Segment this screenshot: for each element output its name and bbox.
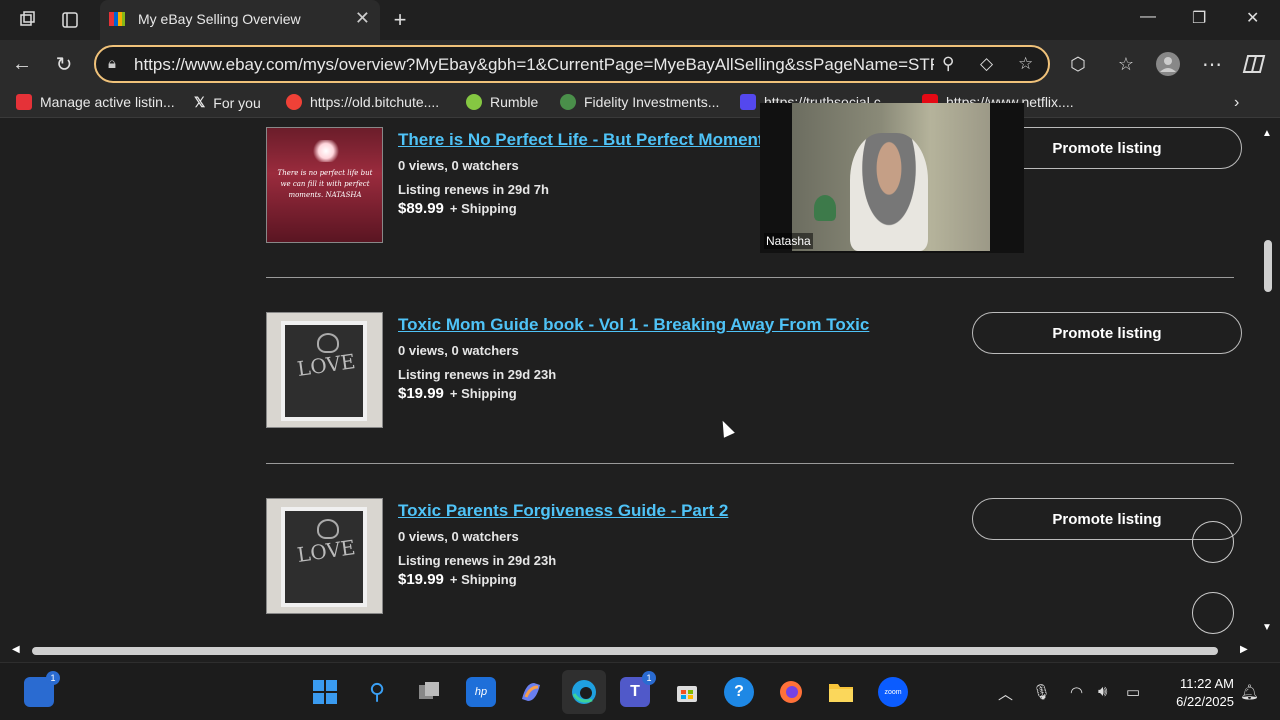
listing-title-link[interactable]: Toxic Parents Forgiveness Guide - Part 2 — [398, 501, 728, 521]
widgets-icon[interactable]: 1 — [24, 671, 60, 707]
minimize-icon[interactable]: — — [1140, 8, 1156, 26]
listings-content: There is no perfect life but we can fill… — [4, 122, 1260, 642]
listing-item: LOVE Toxic Parents Forgiveness Guide - P… — [266, 498, 1246, 618]
refresh-icon[interactable]: ↻ — [52, 52, 76, 76]
participant-video — [850, 133, 928, 251]
extensions-icon[interactable]: ⬡ — [1066, 52, 1090, 76]
scroll-right-icon[interactable]: ▶ — [1240, 644, 1248, 655]
listing-price: $89.99 + Shipping — [398, 200, 517, 217]
vertical-scroll-thumb[interactable] — [1264, 240, 1272, 292]
battery-icon[interactable]: ▭ — [1126, 683, 1140, 701]
listing-thumbnail[interactable]: There is no perfect life but we can fill… — [266, 127, 383, 243]
ebay-icon — [16, 94, 32, 110]
help-icon[interactable]: ? — [724, 677, 754, 707]
listing-stats: 0 views, 0 watchers — [398, 158, 519, 173]
show-hidden-icons-chevron-icon[interactable]: ︿ — [998, 683, 1013, 704]
video-call-overlay[interactable]: Natasha — [760, 103, 1024, 253]
hp-icon[interactable]: hp — [466, 677, 496, 707]
clock-date: 6/22/2025 — [1176, 694, 1234, 709]
listing-title-link[interactable]: There is No Perfect Life - But Perfect M… — [398, 130, 764, 150]
scroll-down-icon[interactable]: ▼ — [1262, 622, 1272, 633]
coupon-icon[interactable]: ◇ — [980, 54, 993, 74]
close-tab-icon[interactable]: ✕ — [355, 8, 370, 29]
scroll-up-icon[interactable]: ▲ — [1262, 128, 1272, 139]
bitchute-icon — [286, 94, 302, 110]
wifi-icon[interactable]: ◠ — [1070, 683, 1083, 701]
url-text[interactable]: https://www.ebay.com/mys/overview?MyEbay… — [134, 55, 934, 75]
fidelity-icon — [560, 94, 576, 110]
bookmarks-bar: Manage active listin... 𝕏 For you https:/… — [0, 88, 1280, 118]
clock[interactable]: 11:22 AM 6/22/2025 — [1160, 675, 1234, 711]
new-tab-button[interactable]: + — [388, 7, 412, 32]
address-bar[interactable]: 🔒︎ https://www.ebay.com/mys/overview?MyE… — [94, 45, 1050, 83]
search-icon[interactable]: ⚲ — [362, 677, 392, 707]
edge-icon[interactable] — [562, 670, 606, 714]
microphone-icon[interactable]: 🎙︎ — [1032, 683, 1051, 701]
webcam-feed — [792, 103, 990, 251]
copilot-icon[interactable] — [1242, 52, 1266, 76]
tab-title: My eBay Selling Overview — [138, 11, 301, 27]
listing-stats: 0 views, 0 watchers — [398, 529, 519, 544]
bookmark-fidelity[interactable]: Fidelity Investments... — [560, 94, 719, 110]
profile-avatar-icon[interactable] — [1156, 52, 1180, 76]
x-icon: 𝕏 — [194, 94, 206, 110]
bookmark-rumble[interactable]: Rumble — [466, 94, 538, 110]
promote-listing-button[interactable]: Promote listing — [972, 312, 1242, 354]
back-icon[interactable]: ← — [10, 52, 34, 76]
rumble-icon — [466, 94, 482, 110]
truthsocial-icon — [740, 94, 756, 110]
listing-price: $19.99 + Shipping — [398, 571, 517, 588]
firefox-icon[interactable] — [776, 677, 806, 707]
listing-thumbnail[interactable]: LOVE — [266, 312, 383, 428]
volume-icon[interactable]: 🔊︎ — [1098, 683, 1107, 700]
zoom-icon[interactable]: ⚲ — [942, 54, 954, 74]
bookmark-ebay[interactable]: Manage active listin... — [16, 94, 175, 110]
listing-thumbnail[interactable]: LOVE — [266, 498, 383, 614]
bookmark-x[interactable]: 𝕏 For you — [194, 94, 261, 111]
tab-ebay-selling[interactable]: My eBay Selling Overview ✕ — [100, 0, 380, 40]
lock-icon[interactable]: 🔒︎ — [108, 55, 116, 72]
clock-time: 11:22 AM — [1180, 676, 1234, 691]
navigation-bar: ← ↻ 🔒︎ https://www.ebay.com/mys/overview… — [0, 40, 1280, 88]
favorite-star-icon[interactable]: ☆ — [1018, 54, 1033, 74]
favorites-icon[interactable]: ☆ — [1114, 52, 1138, 76]
more-menu-icon[interactable]: ⋯ — [1200, 52, 1224, 76]
notifications-icon[interactable]: 🔔︎ — [1240, 683, 1259, 701]
zoom-icon-app[interactable]: zoom — [878, 677, 908, 707]
windows-taskbar: 1 ⚲ hp T1 ? zoom ︿ 🎙︎ ◠ 🔊︎ ▭ 11:22 AM 6/… — [0, 662, 1280, 720]
widgets-badge: 1 — [46, 671, 60, 685]
teams-icon[interactable]: T1 — [620, 671, 656, 707]
task-view-icon[interactable] — [414, 677, 444, 707]
listing-item: LOVE Toxic Mom Guide book - Vol 1 - Brea… — [266, 312, 1246, 432]
floating-circle-button[interactable] — [1192, 592, 1234, 634]
bookmark-bitchute[interactable]: https://old.bitchute.... — [286, 94, 439, 110]
bookmarks-overflow-chevron-icon[interactable]: › — [1234, 94, 1239, 112]
workspaces-icon[interactable] — [16, 8, 40, 32]
listing-item: There is no perfect life but we can fill… — [266, 127, 1246, 247]
vertical-scrollbar[interactable]: ▲ ▼ — [1260, 122, 1276, 642]
teams-badge: 1 — [642, 671, 656, 685]
restore-icon[interactable]: ❐ — [1192, 8, 1206, 28]
copilot-app-icon[interactable] — [516, 677, 546, 707]
ebay-favicon-icon — [109, 12, 125, 26]
tab-actions-icon[interactable] — [58, 8, 82, 32]
close-window-icon[interactable]: ✕ — [1246, 8, 1259, 28]
listing-price: $19.99 + Shipping — [398, 385, 517, 402]
listing-renewal: Listing renews in 29d 7h — [398, 182, 549, 197]
listing-title-link[interactable]: Toxic Mom Guide book - Vol 1 - Breaking … — [398, 315, 869, 335]
floating-circle-button[interactable] — [1192, 521, 1234, 563]
listing-renewal: Listing renews in 29d 23h — [398, 367, 557, 382]
listing-renewal: Listing renews in 29d 23h — [398, 553, 557, 568]
divider — [266, 277, 1234, 278]
file-explorer-icon[interactable] — [826, 677, 856, 707]
horizontal-scrollbar[interactable]: ◀ ▶ — [4, 642, 1260, 660]
title-bar: My eBay Selling Overview ✕ + — ❐ ✕ — [0, 0, 1280, 40]
participant-name: Natasha — [764, 233, 813, 249]
start-icon[interactable] — [310, 677, 340, 707]
horizontal-scroll-thumb[interactable] — [32, 647, 1218, 655]
listing-stats: 0 views, 0 watchers — [398, 343, 519, 358]
divider — [266, 463, 1234, 464]
store-icon[interactable] — [672, 677, 702, 707]
scroll-left-icon[interactable]: ◀ — [12, 644, 20, 655]
